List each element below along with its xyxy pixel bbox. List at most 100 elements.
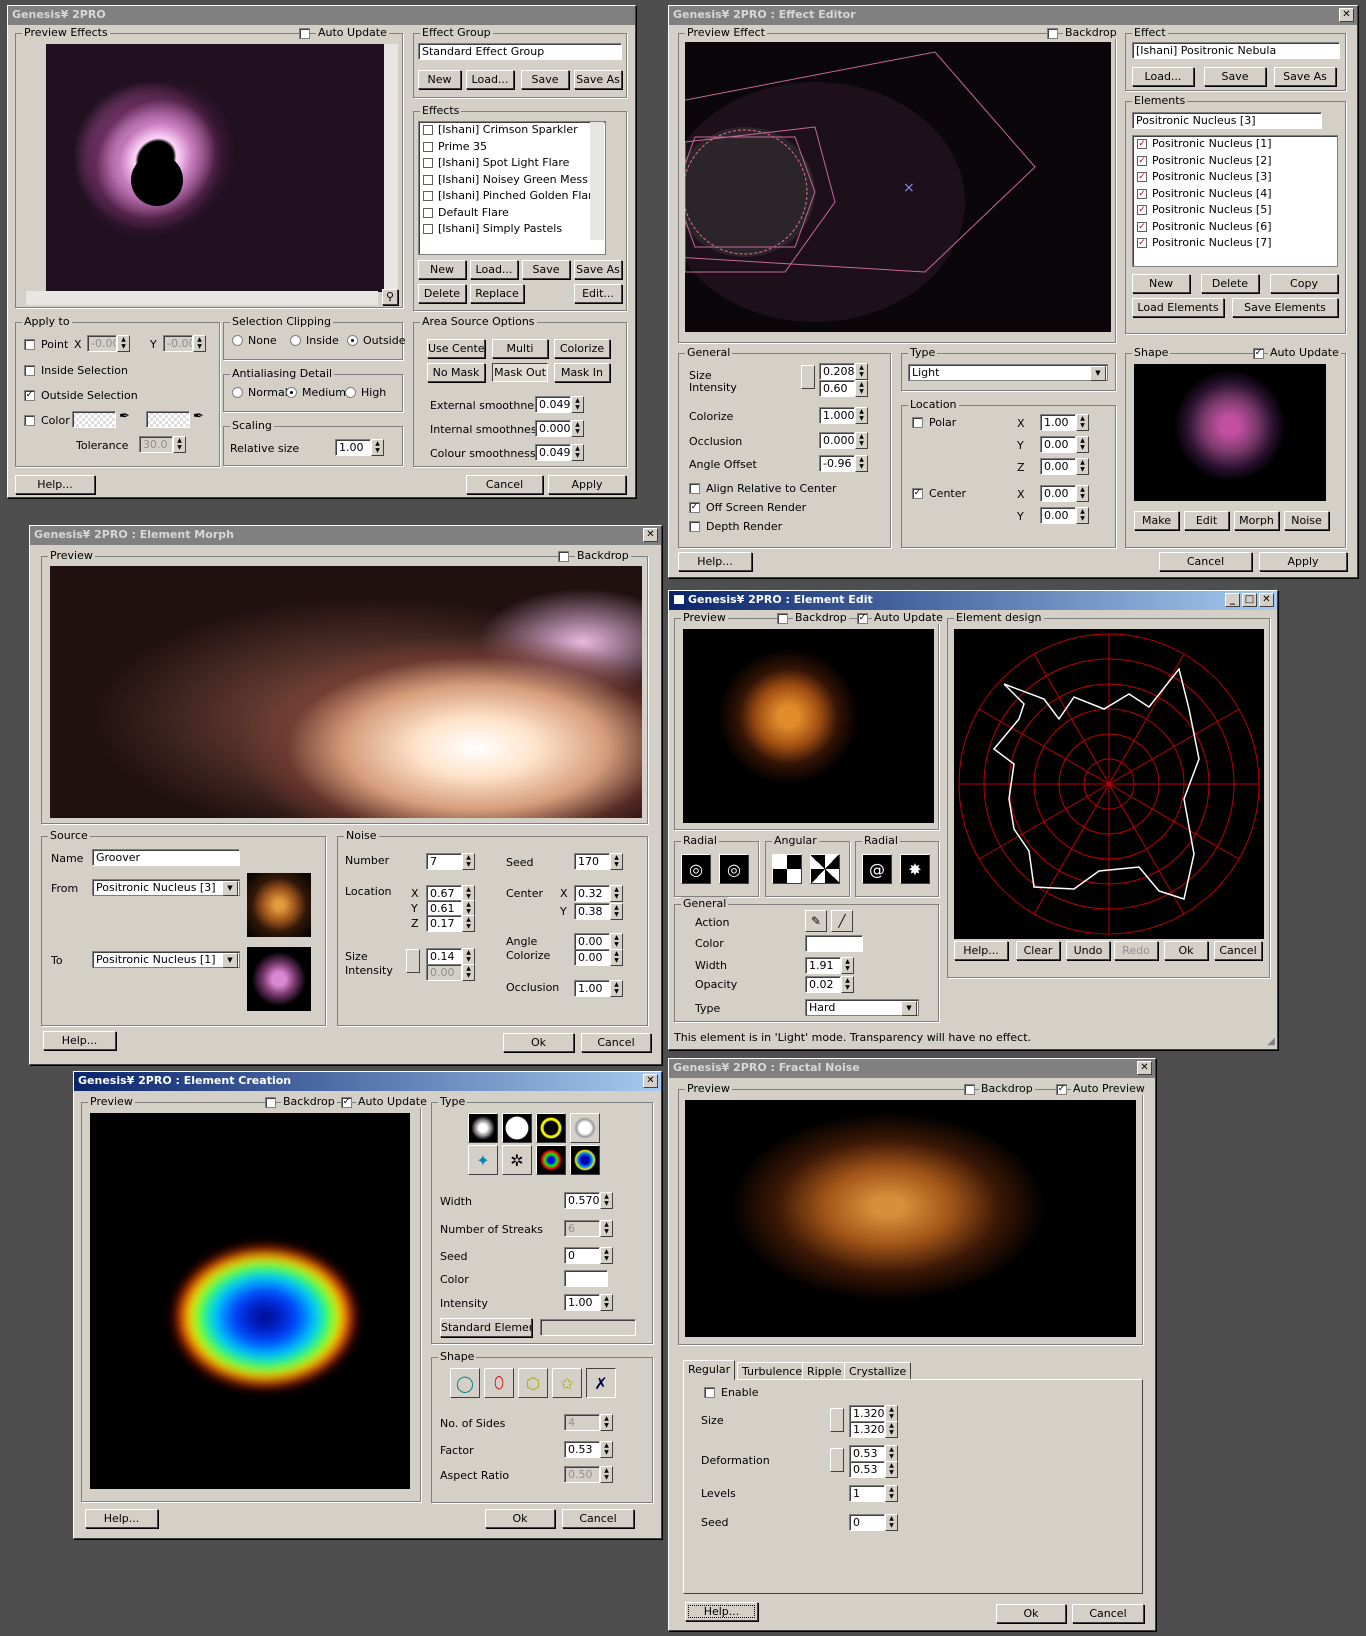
resize-grip-icon[interactable]: ◢ [1267,1036,1275,1047]
fractal-seed-spinner[interactable]: ▲ ▼ [885,1514,898,1531]
point-x-field[interactable]: -0.00 [87,335,117,352]
effect-list-item[interactable]: [Ishani] Noisey Green Mess [419,172,605,189]
aa-normal-radio[interactable] [232,387,243,398]
make-button[interactable]: Make [1134,511,1179,530]
seed-field[interactable]: 170 [574,853,610,870]
external-smoothness-field[interactable]: 0.049 [535,396,571,413]
offscreen-render-checkbox[interactable]: ✓ [689,502,700,513]
close-icon[interactable]: ✕ [1137,1061,1152,1075]
morph-lock-icon[interactable] [406,949,420,973]
enable-checkbox[interactable] [704,1387,715,1398]
preview-vscroll[interactable] [384,44,398,289]
type-gradient-icon[interactable] [570,1145,600,1175]
elements-copy-button[interactable]: Copy [1270,274,1338,293]
radial-rings-icon[interactable]: ◎ [719,854,749,884]
creation-cancel-button[interactable]: Cancel [562,1509,634,1528]
fractal-size-1-field[interactable]: 1.320 [849,1405,885,1422]
edit-width-spinner[interactable]: ▲ ▼ [841,957,854,974]
size-lock-icon[interactable] [830,1408,844,1432]
mask-in-button[interactable]: Mask In [554,363,610,382]
effect-item-checkbox[interactable] [423,224,433,235]
deformation-2-spinner[interactable]: ▲ ▼ [885,1461,898,1478]
element-item-checkbox[interactable]: ✓ [1137,172,1147,183]
morph-occlusion-field[interactable]: 1.00 [574,980,610,997]
shape-circle-icon[interactable]: ◯ [450,1368,480,1398]
shape-auto-update-checkbox[interactable]: ✓ [1253,348,1264,359]
effect-item-checkbox[interactable] [423,158,433,169]
fractal-seed-field[interactable]: 0 [849,1514,885,1531]
effects-load-button[interactable]: Load... [470,260,518,279]
number-spinner[interactable]: ▲ ▼ [462,853,475,870]
aa-high-radio[interactable] [345,387,356,398]
aspect-field[interactable]: 0.50 [564,1466,600,1483]
clip-none-radio[interactable] [232,335,243,346]
element-list-item[interactable]: ✓ Positronic Nucleus [6] [1133,219,1337,236]
type-rainbow-icon[interactable] [536,1145,566,1175]
pencil-icon[interactable]: ✎ [805,910,827,932]
edit-backdrop-checkbox[interactable] [777,613,788,624]
fractal-size-2-spinner[interactable]: ▲ ▼ [885,1421,898,1438]
design-redo-button[interactable]: Redo [1114,941,1158,960]
colorize-spinner[interactable]: ▲ ▼ [855,407,868,424]
effects-list[interactable]: [Ishani] Crimson Sparkler Prime 35 [Ishani… [418,121,606,255]
editor-apply-button[interactable]: Apply [1259,552,1347,571]
close-icon[interactable]: ✕ [643,528,658,542]
element-list-item[interactable]: ✓ Positronic Nucleus [3] [1133,169,1337,186]
type-halo-icon[interactable] [570,1113,600,1143]
spiral-icon[interactable]: @ [862,854,892,884]
editor-backdrop-checkbox[interactable] [1047,28,1058,39]
edit-color-swatch[interactable] [805,935,863,952]
use-center-button[interactable]: Use Center [427,339,485,358]
center-x-spinner[interactable]: ▲ ▼ [610,885,623,902]
eyedropper-icon-2[interactable]: ✒ [193,409,204,424]
fractal-ok-button[interactable]: Ok [996,1604,1066,1623]
polar-y-field[interactable]: 0.00 [1040,436,1076,453]
element-item-checkbox[interactable]: ✓ [1137,221,1147,232]
intensity-spinner[interactable]: ▲ ▼ [855,380,868,397]
morph-backdrop-checkbox[interactable] [558,551,569,562]
morph-colorize-spinner[interactable]: ▲ ▼ [610,949,623,966]
shape-hexagon-icon[interactable]: ⬡ [518,1368,548,1398]
morph-intensity-field[interactable]: 0.00 [426,964,462,981]
polar-x-field[interactable]: 1.00 [1040,414,1076,431]
center-x-spinner[interactable]: ▲ ▼ [1076,485,1089,502]
edit-width-field[interactable]: 1.91 [805,957,841,974]
tab-crystallize[interactable]: Crystallize [844,1362,912,1380]
element-list-item[interactable]: ✓ Positronic Nucleus [2] [1133,153,1337,170]
effect-list-item[interactable]: [Ishani] Pinched Golden Flare [419,188,605,205]
editor-load-button[interactable]: Load... [1132,67,1194,86]
effect-list-item[interactable]: Default Flare [419,205,605,222]
morph-size-spinner[interactable]: ▲ ▼ [462,948,475,965]
element-item-checkbox[interactable]: ✓ [1137,155,1147,166]
editor-effect-field[interactable]: [Ishani] Positronic Nebula [1132,42,1340,59]
depth-render-checkbox[interactable] [689,521,700,532]
effect-item-checkbox[interactable] [423,125,433,136]
effects-vscroll[interactable] [590,122,604,240]
deformation-1-field[interactable]: 0.53 [849,1445,885,1462]
design-ok-button[interactable]: Ok [1164,941,1208,960]
polar-x-spinner[interactable]: ▲ ▼ [1076,414,1089,431]
fractal-cancel-button[interactable]: Cancel [1072,1604,1144,1623]
deformation-1-spinner[interactable]: ▲ ▼ [885,1445,898,1462]
type-sparkle-icon[interactable]: ✦ [468,1145,498,1175]
relative-size-spinner[interactable]: ▲ ▼ [371,439,384,456]
creation-auto-update-checkbox[interactable]: ✓ [341,1097,352,1108]
shape-ellipse-icon[interactable]: ⬯ [484,1368,514,1398]
save-elements-button[interactable]: Save Elements [1232,298,1338,317]
colorize-field[interactable]: 1.000 [819,407,855,424]
creation-help-button[interactable]: Help... [85,1509,158,1528]
editor-save-as-button[interactable]: Save As [1274,67,1336,86]
point-checkbox[interactable] [24,339,35,350]
creation-color-swatch[interactable] [564,1270,608,1287]
fractal-size-1-spinner[interactable]: ▲ ▼ [885,1405,898,1422]
creation-intensity-field[interactable]: 1.00 [564,1294,600,1311]
aspect-spinner[interactable]: ▲ ▼ [600,1466,613,1483]
colour-smoothness-field[interactable]: 0.049 [535,444,571,461]
standard-element-button[interactable]: Standard Element [440,1318,532,1337]
design-undo-button[interactable]: Undo [1066,941,1110,960]
tolerance-spinner[interactable]: ▲ ▼ [173,436,186,453]
effect-item-checkbox[interactable] [423,191,433,202]
fractal-help-button[interactable]: Help... [685,1602,758,1621]
edit-auto-update-checkbox[interactable]: ✓ [857,613,868,624]
shape-star-icon[interactable]: ✩ [552,1368,582,1398]
